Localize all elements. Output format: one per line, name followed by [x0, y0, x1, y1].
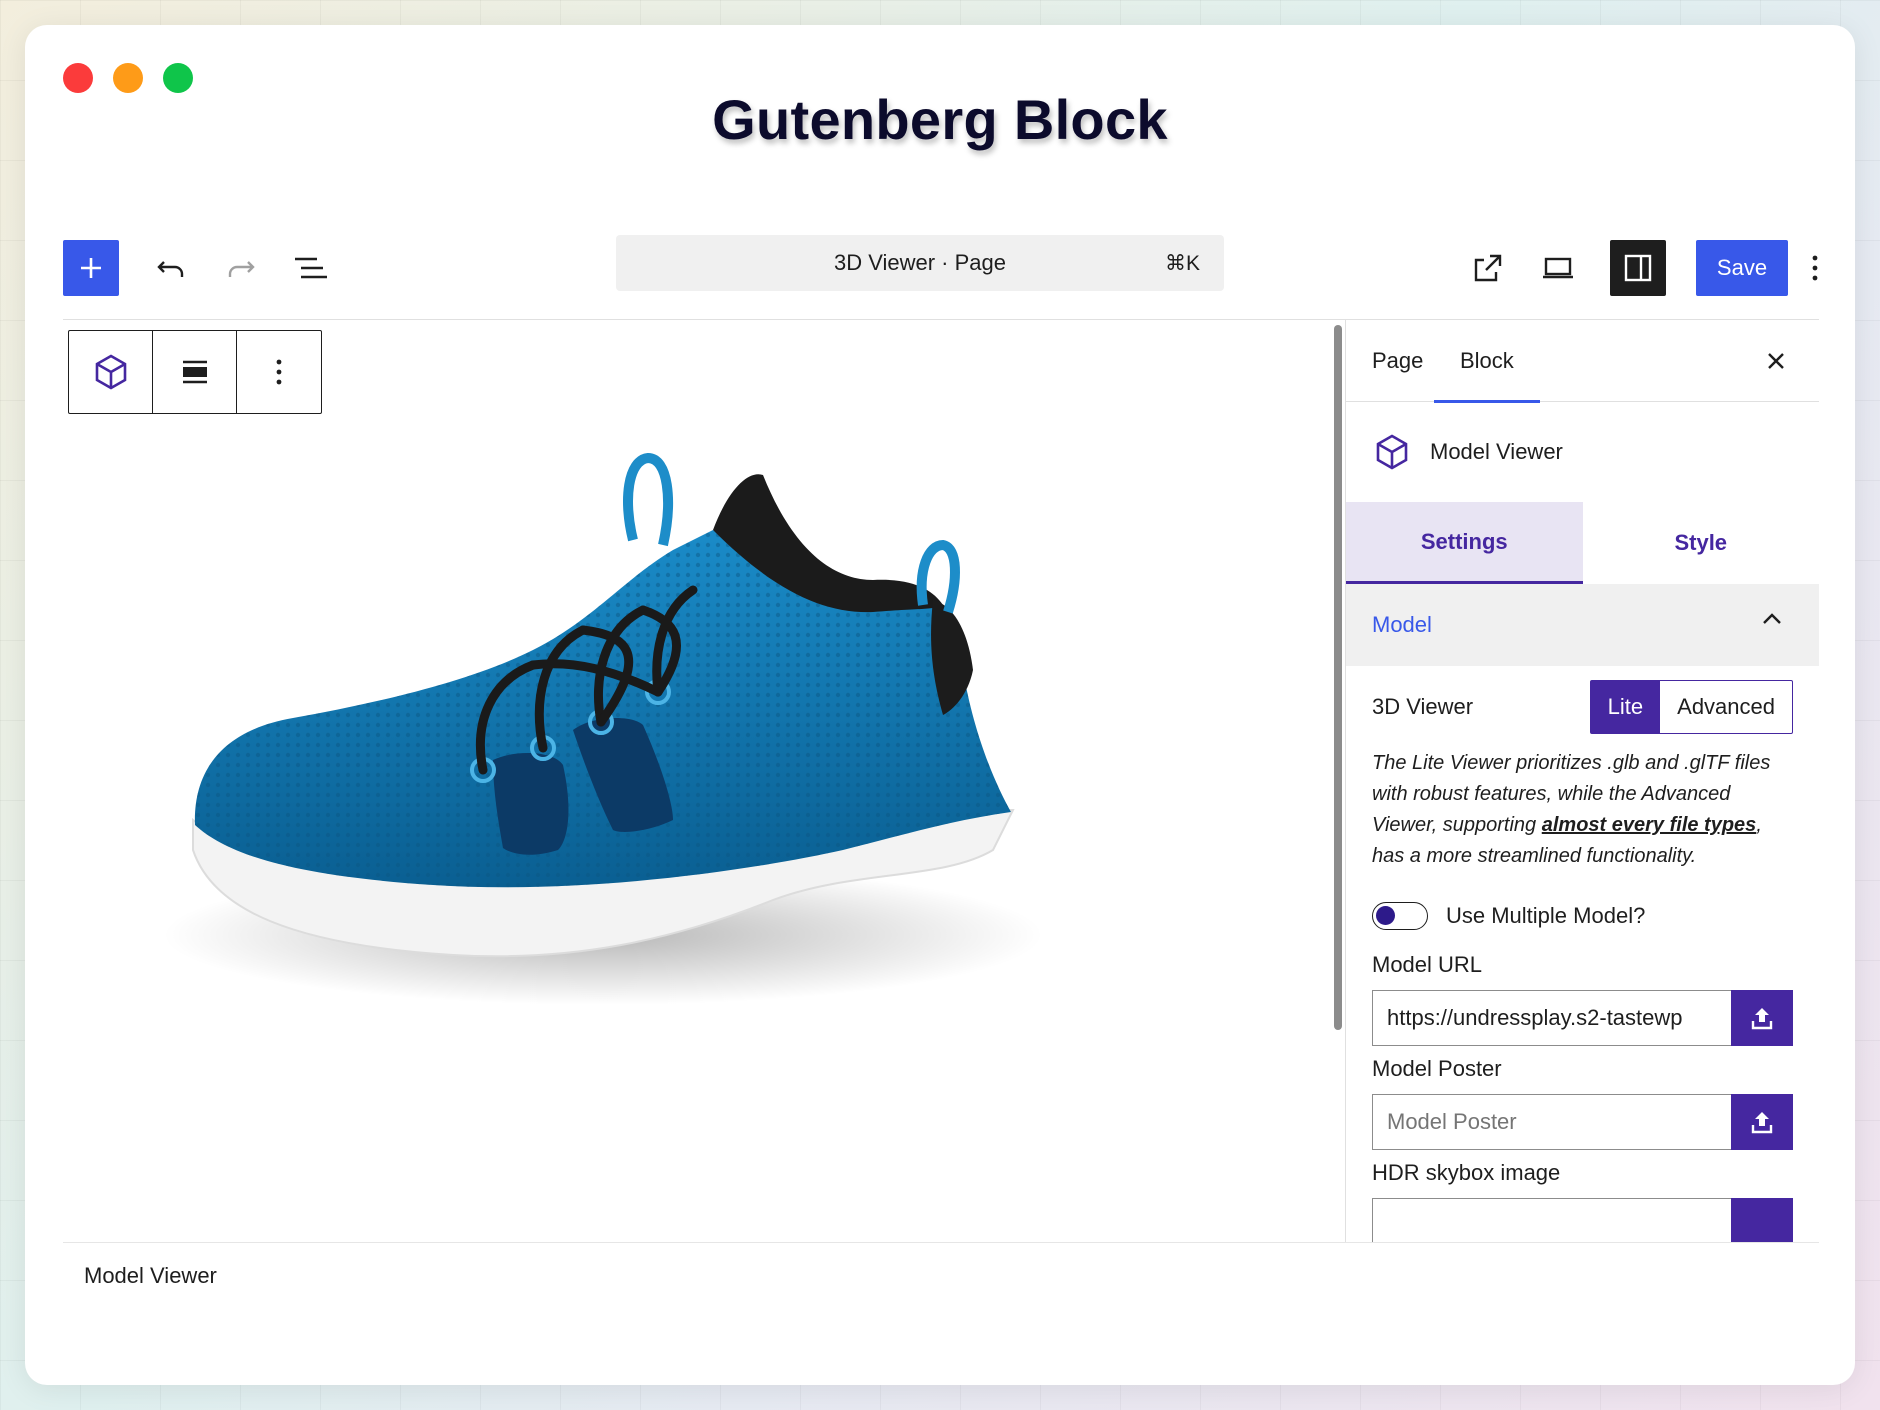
multiple-model-row: Use Multiple Model?: [1372, 902, 1793, 930]
list-view-icon: [295, 257, 327, 279]
model-viewer-preview[interactable]: [153, 430, 1113, 1050]
model-poster-upload-button[interactable]: [1731, 1094, 1793, 1150]
more-vertical-icon: [1812, 255, 1818, 281]
close-sidebar-button[interactable]: [1761, 346, 1791, 376]
tab-style[interactable]: Style: [1583, 502, 1820, 584]
save-button[interactable]: Save: [1696, 240, 1788, 296]
settings-sidebar-toggle[interactable]: [1610, 240, 1666, 296]
canvas-scrollbar[interactable]: [1334, 325, 1342, 1030]
viewer-lite-button[interactable]: Lite: [1590, 681, 1661, 733]
viewer-advanced-button[interactable]: Advanced: [1660, 681, 1792, 733]
command-palette-button[interactable]: 3D Viewer · Page ⌘K: [616, 235, 1224, 291]
editor-canvas[interactable]: [63, 320, 1133, 1235]
hdr-skybox-label: HDR skybox image: [1372, 1160, 1561, 1185]
tab-settings[interactable]: Settings: [1346, 502, 1583, 584]
external-link-icon: [1474, 254, 1502, 282]
window-title: Gutenberg Block: [712, 88, 1168, 151]
hdr-skybox-upload-button[interactable]: [1731, 1198, 1793, 1242]
close-icon: [1768, 353, 1784, 369]
viewer-label: 3D Viewer: [1372, 694, 1474, 719]
app-window: Gutenberg Block 3D Viewer · Page ⌘K Save: [25, 25, 1855, 1385]
add-block-button[interactable]: [63, 240, 119, 296]
content-divider: [63, 1242, 1819, 1243]
desktop-preview-icon: [1543, 257, 1573, 279]
block-options-button[interactable]: [237, 331, 321, 413]
command-label: 3D Viewer · Page: [833, 250, 1006, 275]
chevron-up-icon: [1763, 613, 1781, 624]
upload-icon: [1751, 1112, 1773, 1134]
upload-icon: [1751, 1008, 1773, 1030]
align-icon: [182, 360, 207, 384]
sneaker-image: [163, 452, 1043, 1005]
block-breadcrumb[interactable]: Model Viewer: [84, 1263, 217, 1289]
viewer-row: 3D Viewer Lite Advanced: [1372, 680, 1793, 734]
file-types-link[interactable]: almost every file types: [1542, 814, 1757, 836]
hdr-skybox-input[interactable]: [1372, 1198, 1731, 1242]
undo-icon: [157, 261, 184, 277]
tab-block[interactable]: Block: [1434, 320, 1540, 403]
model-url-input[interactable]: [1372, 990, 1731, 1046]
model-panel-body: 3D Viewer Lite Advanced The Lite Viewer …: [1346, 680, 1819, 1242]
model-poster-label: Model Poster: [1372, 1056, 1502, 1081]
redo-icon: [228, 261, 255, 277]
model-panel-toggle[interactable]: Model: [1346, 584, 1819, 666]
sidebar-tabs: Page Block: [1346, 320, 1819, 403]
command-shortcut: ⌘K: [1164, 251, 1200, 275]
cube-icon: [1376, 434, 1408, 470]
preview-button[interactable]: [1530, 240, 1586, 296]
tab-page[interactable]: Page: [1372, 320, 1423, 402]
viewer-description: The Lite Viewer prioritizes .glb and .gl…: [1372, 748, 1793, 872]
view-post-button[interactable]: [1460, 240, 1516, 296]
model-poster-field: [1372, 1094, 1793, 1150]
settings-style-tabs: Settings Style: [1346, 502, 1819, 584]
options-button[interactable]: [1800, 240, 1830, 296]
cube-icon: [95, 354, 126, 390]
model-url-label: Model URL: [1372, 952, 1483, 977]
panel-title: Model: [1372, 612, 1432, 637]
block-type-button[interactable]: [69, 331, 153, 413]
viewer-segmented-control: Lite Advanced: [1589, 680, 1793, 734]
model-poster-input[interactable]: [1372, 1094, 1731, 1150]
settings-sidebar: Page Block Model Viewer Settings Style M…: [1345, 320, 1819, 1242]
undo-button[interactable]: [143, 240, 199, 296]
hdr-skybox-field: [1372, 1198, 1793, 1242]
block-name: Model Viewer: [1430, 439, 1563, 464]
more-vertical-icon: [276, 359, 282, 385]
sidebar-toggle-icon: [1624, 254, 1652, 282]
multiple-model-toggle[interactable]: [1372, 902, 1428, 930]
block-toolbar: [68, 330, 322, 414]
model-url-field: [1372, 990, 1793, 1046]
multiple-model-label: Use Multiple Model?: [1446, 903, 1646, 928]
editor-toolbar: 3D Viewer · Page ⌘K Save: [63, 235, 1819, 320]
model-url-upload-button[interactable]: [1731, 990, 1793, 1046]
list-view-button[interactable]: [283, 240, 339, 296]
redo-button[interactable]: [213, 240, 269, 296]
plus-icon: [81, 258, 101, 278]
align-button[interactable]: [153, 331, 237, 413]
block-card: Model Viewer: [1346, 402, 1819, 502]
